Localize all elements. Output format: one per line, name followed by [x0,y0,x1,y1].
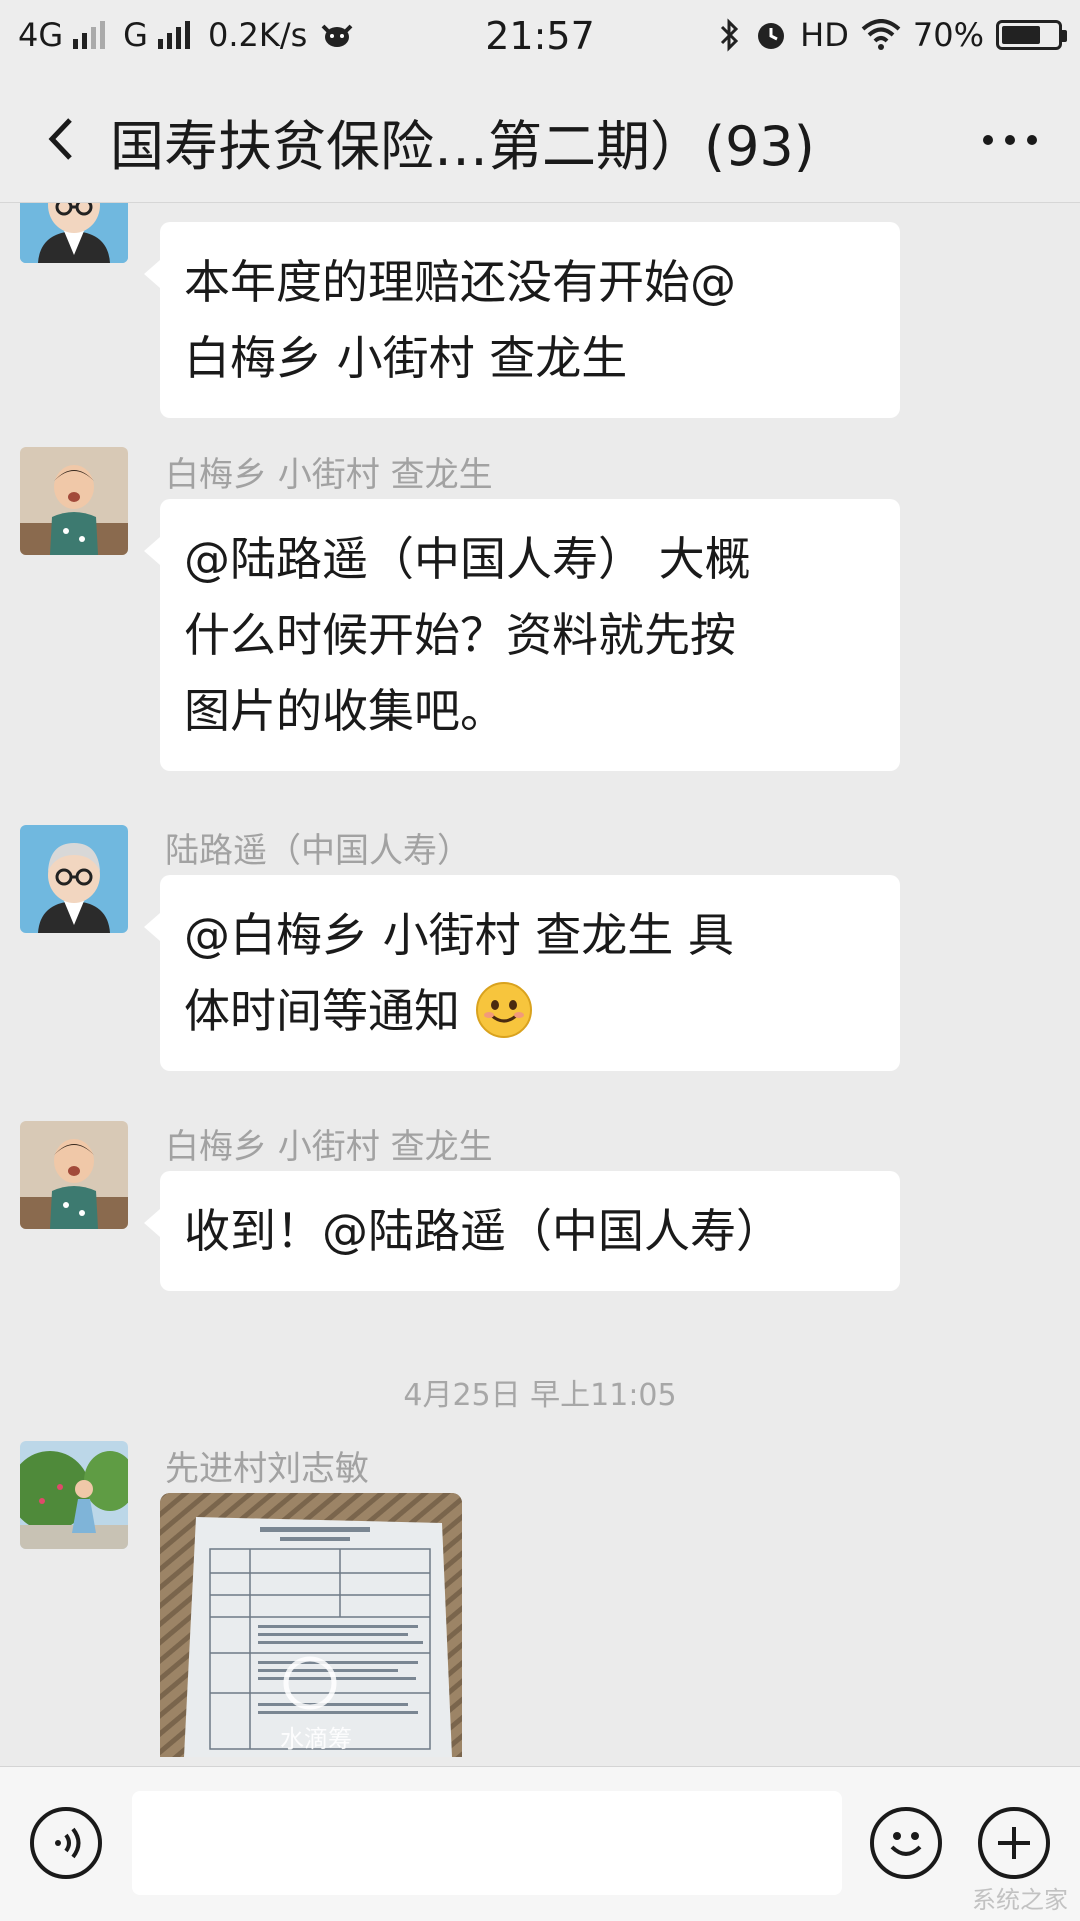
more-icon[interactable] [980,132,1040,148]
message-bubble[interactable]: 本年度的理赔还没有开始@ 白梅乡 小街村 查龙生 [144,222,900,418]
message-line: 什么时候开始？资料就先按 [184,608,736,662]
emoji-icon[interactable] [870,1807,942,1879]
message-bubble[interactable]: @白梅乡 小街村 查龙生 具 体时间等通知 [144,875,900,1071]
corner-watermark: 系统之家 [972,1886,1068,1914]
alarm-icon [758,23,785,49]
document-photo [160,1493,462,1757]
bluetooth-icon [721,18,739,52]
message-line: 图片的收集吧。 [184,684,506,738]
avatar[interactable] [20,447,128,555]
status-right: HD 70% [718,16,1067,54]
chevron-left-icon[interactable] [38,114,88,164]
status-bar: 4G G 0.2K/s 21:57 HD 70% [0,0,1080,76]
cartoon-avatar-image [20,825,128,933]
image-message-photo[interactable]: 水滴筹 [160,1493,462,1757]
message-line: 体时间等通知 [184,973,876,1049]
chat-area[interactable]: 本年度的理赔还没有开始@ 白梅乡 小街村 查龙生 白梅乡 小街村 查龙生 @陆路… [0,203,1080,1766]
battery-icon [996,20,1067,50]
voice-icon[interactable] [30,1807,102,1879]
plus-icon[interactable] [978,1807,1050,1879]
battery-percent: 70% [912,16,984,54]
battery-fill [1002,26,1040,44]
sender-name: 陆路遥（中国人寿） [165,831,471,871]
cartoon-avatar-image [20,203,128,263]
child-photo-avatar-image [20,447,128,555]
message-input[interactable] [132,1791,842,1895]
message-bubble[interactable]: @陆路遥（中国人寿） 大概 什么时候开始？资料就先按 图片的收集吧。 [144,499,900,771]
message-line: 本年度的理赔还没有开始@ [184,255,736,309]
sender-name: 先进村刘志敏 [165,1449,369,1489]
chat-timestamp: 4月25日 早上11:05 [403,1378,677,1413]
child-photo-avatar-image [20,1121,128,1229]
message-bubble[interactable]: 收到！@陆路遥（中国人寿） [144,1171,900,1291]
message-line: @陆路遥（中国人寿） 大概 [184,532,751,586]
hd-label: HD [800,16,849,54]
sender-name: 白梅乡 小街村 查龙生 [165,1127,493,1167]
message-line-text: 体时间等通知 [184,984,460,1038]
sender-name: 白梅乡 小街村 查龙生 [165,455,493,495]
avatar[interactable] [20,1121,128,1229]
input-bar: 系统之家 [0,1766,1080,1921]
wifi-icon [861,19,901,50]
avatar[interactable] [20,825,128,933]
message-line: 白梅乡 小街村 查龙生 [184,331,628,385]
chat-header: 国寿扶贫保险…第二期）(93) [0,76,1080,203]
message-line: 收到！@陆路遥（中国人寿） [184,1204,782,1258]
chat-title[interactable]: 国寿扶贫保险…第二期）(93) [110,102,910,181]
avatar[interactable] [20,1441,128,1549]
smile-emoji [475,982,532,1038]
message-line: @白梅乡 小街村 查龙生 具 [184,908,734,962]
avatar[interactable] [20,203,128,263]
image-watermark: 水滴筹 [280,1725,352,1753]
child-garden-avatar-image [20,1441,128,1549]
